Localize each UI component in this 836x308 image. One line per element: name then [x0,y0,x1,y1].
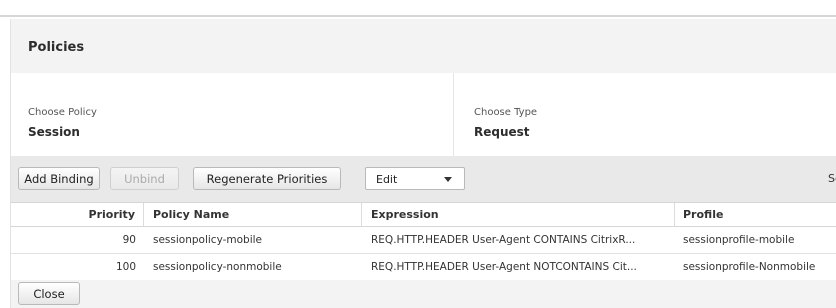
choose-type-label: Choose Type [474,107,538,118]
cell-profile: sessionprofile-Nonmobile [683,261,816,273]
binding-toolbar: Add Binding Unbind Regenerate Priorities… [11,156,836,202]
cell-profile: sessionprofile-mobile [683,234,795,246]
header-expression[interactable]: Expression [362,203,675,226]
top-bar [0,0,836,17]
choose-policy-value: Session [28,125,80,139]
cell-priority: 90 [122,234,136,246]
header-priority[interactable]: Priority [11,203,144,226]
action-select-value: Edit [376,173,398,186]
header-profile[interactable]: Profile [675,203,836,226]
choose-policy-label: Choose Policy [28,107,97,118]
regenerate-priorities-button[interactable]: Regenerate Priorities [193,167,341,190]
search-label: Se [828,172,836,185]
add-binding-button[interactable]: Add Binding [18,167,100,190]
choose-policy-cell: Choose Policy Session [11,73,454,156]
choose-row: Choose Policy Session Choose Type Reques… [11,73,836,156]
choose-type-value: Request [474,125,530,139]
dialog-footer: Close [11,280,836,308]
choose-type-cell: Choose Type Request [455,73,836,156]
cell-priority: 100 [115,261,136,273]
cell-policy-name: sessionpolicy-nonmobile [153,261,282,273]
header-policy-name[interactable]: Policy Name [144,203,362,226]
policies-panel: Policies Choose Policy Session Choose Ty… [10,19,836,308]
unbind-button[interactable]: Unbind [110,167,179,190]
section-title: Policies [28,40,85,55]
cell-expression: REQ.HTTP.HEADER User-Agent CONTAINS Citr… [371,234,636,246]
table-row[interactable]: 90 sessionpolicy-mobile REQ.HTTP.HEADER … [11,227,836,254]
action-select[interactable]: Edit [365,167,465,190]
cell-expression: REQ.HTTP.HEADER User-Agent NOTCONTAINS C… [371,261,637,273]
table-header: Priority Policy Name Expression Profile [11,202,836,227]
chevron-down-icon [444,177,452,182]
cell-policy-name: sessionpolicy-mobile [153,234,262,246]
close-button[interactable]: Close [18,282,80,305]
table-row[interactable]: 100 sessionpolicy-nonmobile REQ.HTTP.HEA… [11,254,836,281]
section-header: Policies [11,19,836,73]
